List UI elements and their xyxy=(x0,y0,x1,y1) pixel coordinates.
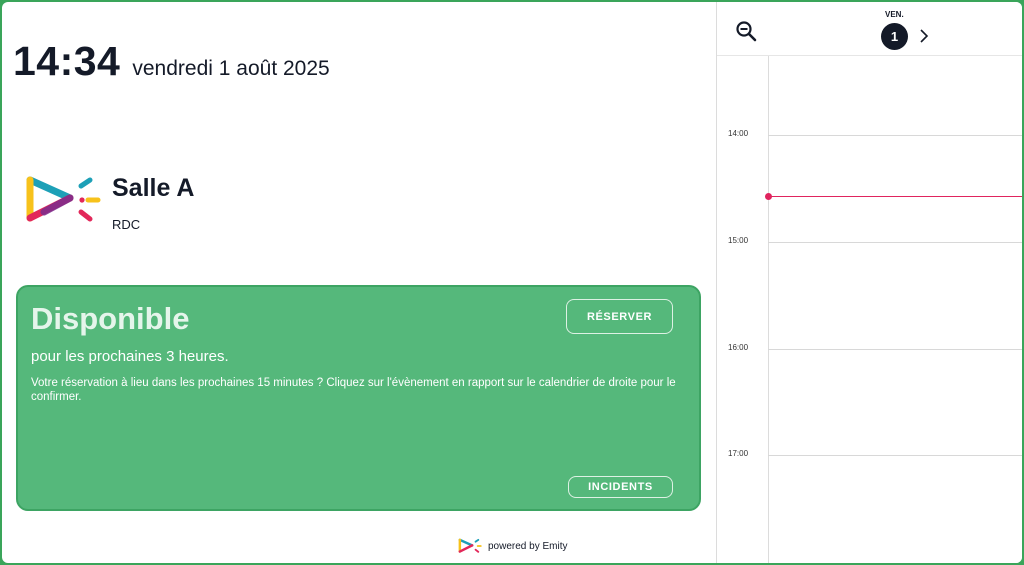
day-number-badge[interactable]: 1 xyxy=(881,23,908,50)
zoom-out-icon[interactable] xyxy=(735,20,757,42)
room-header: Salle A RDC xyxy=(24,172,194,232)
weekday-label: VEN. xyxy=(885,10,904,19)
time-gutter-divider xyxy=(768,56,769,563)
hour-row: 15:00 xyxy=(717,236,1022,245)
room-name: Salle A xyxy=(112,174,195,202)
current-time: 14:34 xyxy=(13,38,121,84)
chevron-right-icon[interactable] xyxy=(917,26,931,46)
availability-card: Disponible pour les prochaines 3 heures.… xyxy=(16,285,701,511)
current-date: vendredi 1 août 2025 xyxy=(132,57,330,80)
hour-gridline xyxy=(768,135,1022,136)
room-info: Salle A RDC xyxy=(112,172,194,232)
hour-label: 17:00 xyxy=(728,449,749,458)
hour-label: 14:00 xyxy=(728,129,749,138)
hour-row: 17:00 xyxy=(717,449,1022,458)
day-calendar: VEN. 1 14:00 15:00 16:00 17:00 xyxy=(716,2,1022,563)
hour-row: 16:00 xyxy=(717,343,1022,352)
hour-label: 15:00 xyxy=(728,236,749,245)
hour-row: 14:00 xyxy=(717,129,1022,138)
availability-title: Disponible xyxy=(31,301,190,336)
reserve-button[interactable]: RÉSERVER xyxy=(566,299,673,334)
clock: 14:34 vendredi 1 août 2025 xyxy=(13,38,330,85)
app-frame: 14:34 vendredi 1 août 2025 Salle A RDC D… xyxy=(2,2,1022,563)
hour-label: 16:00 xyxy=(728,343,749,352)
powered-by-text: powered by Emity xyxy=(488,540,568,552)
hour-gridline xyxy=(768,242,1022,243)
current-time-indicator xyxy=(765,193,1022,200)
hour-gridline xyxy=(768,349,1022,350)
room-floor: RDC xyxy=(112,217,141,232)
powered-by: powered by Emity xyxy=(458,537,567,555)
current-time-dot xyxy=(765,193,772,200)
calendar-header: VEN. 1 xyxy=(717,2,1022,56)
emity-logo-icon xyxy=(26,176,101,222)
incidents-button[interactable]: INCIDENTS xyxy=(568,476,673,498)
hour-gridline xyxy=(768,455,1022,456)
availability-duration: pour les prochaines 3 heures. xyxy=(31,348,229,365)
emity-small-logo-icon xyxy=(458,538,482,553)
confirmation-hint: Votre réservation à lieu dans les procha… xyxy=(31,377,676,403)
